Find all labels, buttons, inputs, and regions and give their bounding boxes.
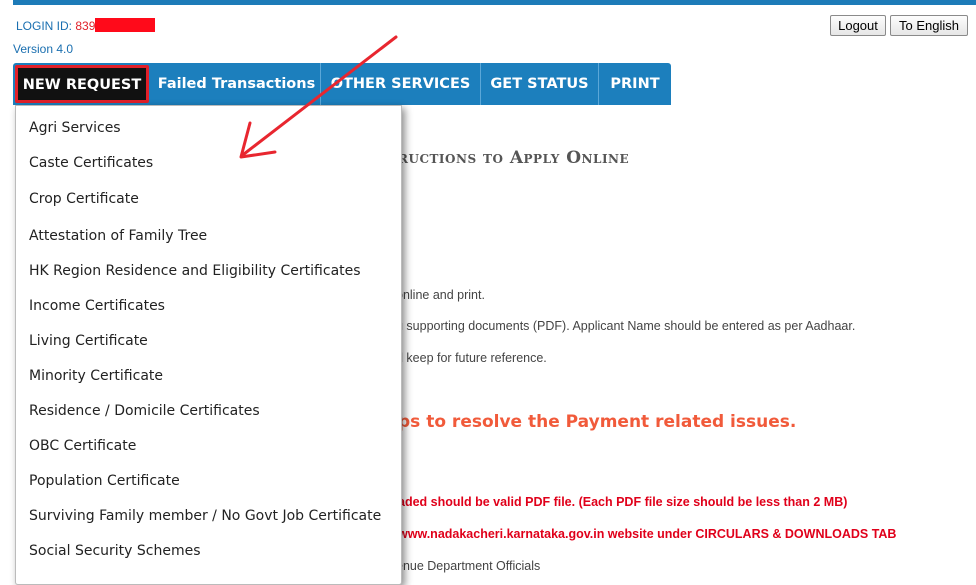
login-id-label: LOGIN ID: xyxy=(16,19,73,33)
main-nav-bar: NEW REQUEST Failed Transactions OTHER SE… xyxy=(13,63,671,105)
dropdown-item-crop-certificate[interactable]: Crop Certificate xyxy=(29,191,139,207)
instruction-line-3: d keep for future reference. xyxy=(396,351,547,365)
instruction-line-1: online and print. xyxy=(396,288,485,302)
version-label: Version 4.0 xyxy=(13,42,74,56)
officials-line: enue Department Officials xyxy=(396,559,541,573)
circulars-notice: www.nadakacheri.karnataka.gov.in website… xyxy=(398,527,897,541)
dropdown-item-living-certificate[interactable]: Living Certificate xyxy=(29,333,148,349)
dropdown-item-obc-certificate[interactable]: OBC Certificate xyxy=(29,438,136,454)
logout-button[interactable]: Logout xyxy=(830,15,886,36)
dropdown-item-agri-services[interactable]: Agri Services xyxy=(29,120,121,136)
login-id-value: 839 xyxy=(75,19,96,33)
instruction-line-2: g supporting documents (PDF). Applicant … xyxy=(396,319,856,333)
dropdown-item-population-certificate[interactable]: Population Certificate xyxy=(29,473,180,489)
nav-other-services[interactable]: OTHER SERVICES xyxy=(321,63,481,105)
nav-get-status[interactable]: GET STATUS xyxy=(481,63,599,105)
dropdown-item-hk-region[interactable]: HK Region Residence and Eligibility Cert… xyxy=(29,263,361,279)
nav-new-request[interactable]: NEW REQUEST xyxy=(15,65,149,103)
top-accent-bar xyxy=(13,0,976,5)
dropdown-item-income-certificates[interactable]: Income Certificates xyxy=(29,298,165,314)
dropdown-item-residence-domicile[interactable]: Residence / Domicile Certificates xyxy=(29,403,260,419)
dropdown-item-family-tree[interactable]: Attestation of Family Tree xyxy=(29,228,207,244)
pdf-warning: aded should be valid PDF file. (Each PDF… xyxy=(398,495,848,509)
login-id-redaction xyxy=(95,18,156,32)
dropdown-item-caste-certificates[interactable]: Caste Certificates xyxy=(29,155,153,171)
instructions-title: ructions to Apply Online xyxy=(398,148,630,168)
to-english-button[interactable]: To English xyxy=(890,15,968,36)
payment-issues-link[interactable]: ps to resolve the Payment related issues… xyxy=(398,412,796,432)
dropdown-item-social-security-schemes[interactable]: Social Security Schemes xyxy=(29,543,201,559)
login-id: LOGIN ID: 839 xyxy=(16,18,156,33)
dropdown-item-minority-certificate[interactable]: Minority Certificate xyxy=(29,368,163,384)
dropdown-item-surviving-family-member[interactable]: Surviving Family member / No Govt Job Ce… xyxy=(29,508,381,524)
nav-print[interactable]: PRINT xyxy=(599,63,671,105)
nav-failed-transactions[interactable]: Failed Transactions xyxy=(153,63,321,105)
new-request-dropdown: Agri Services Caste Certificates Crop Ce… xyxy=(15,105,402,585)
